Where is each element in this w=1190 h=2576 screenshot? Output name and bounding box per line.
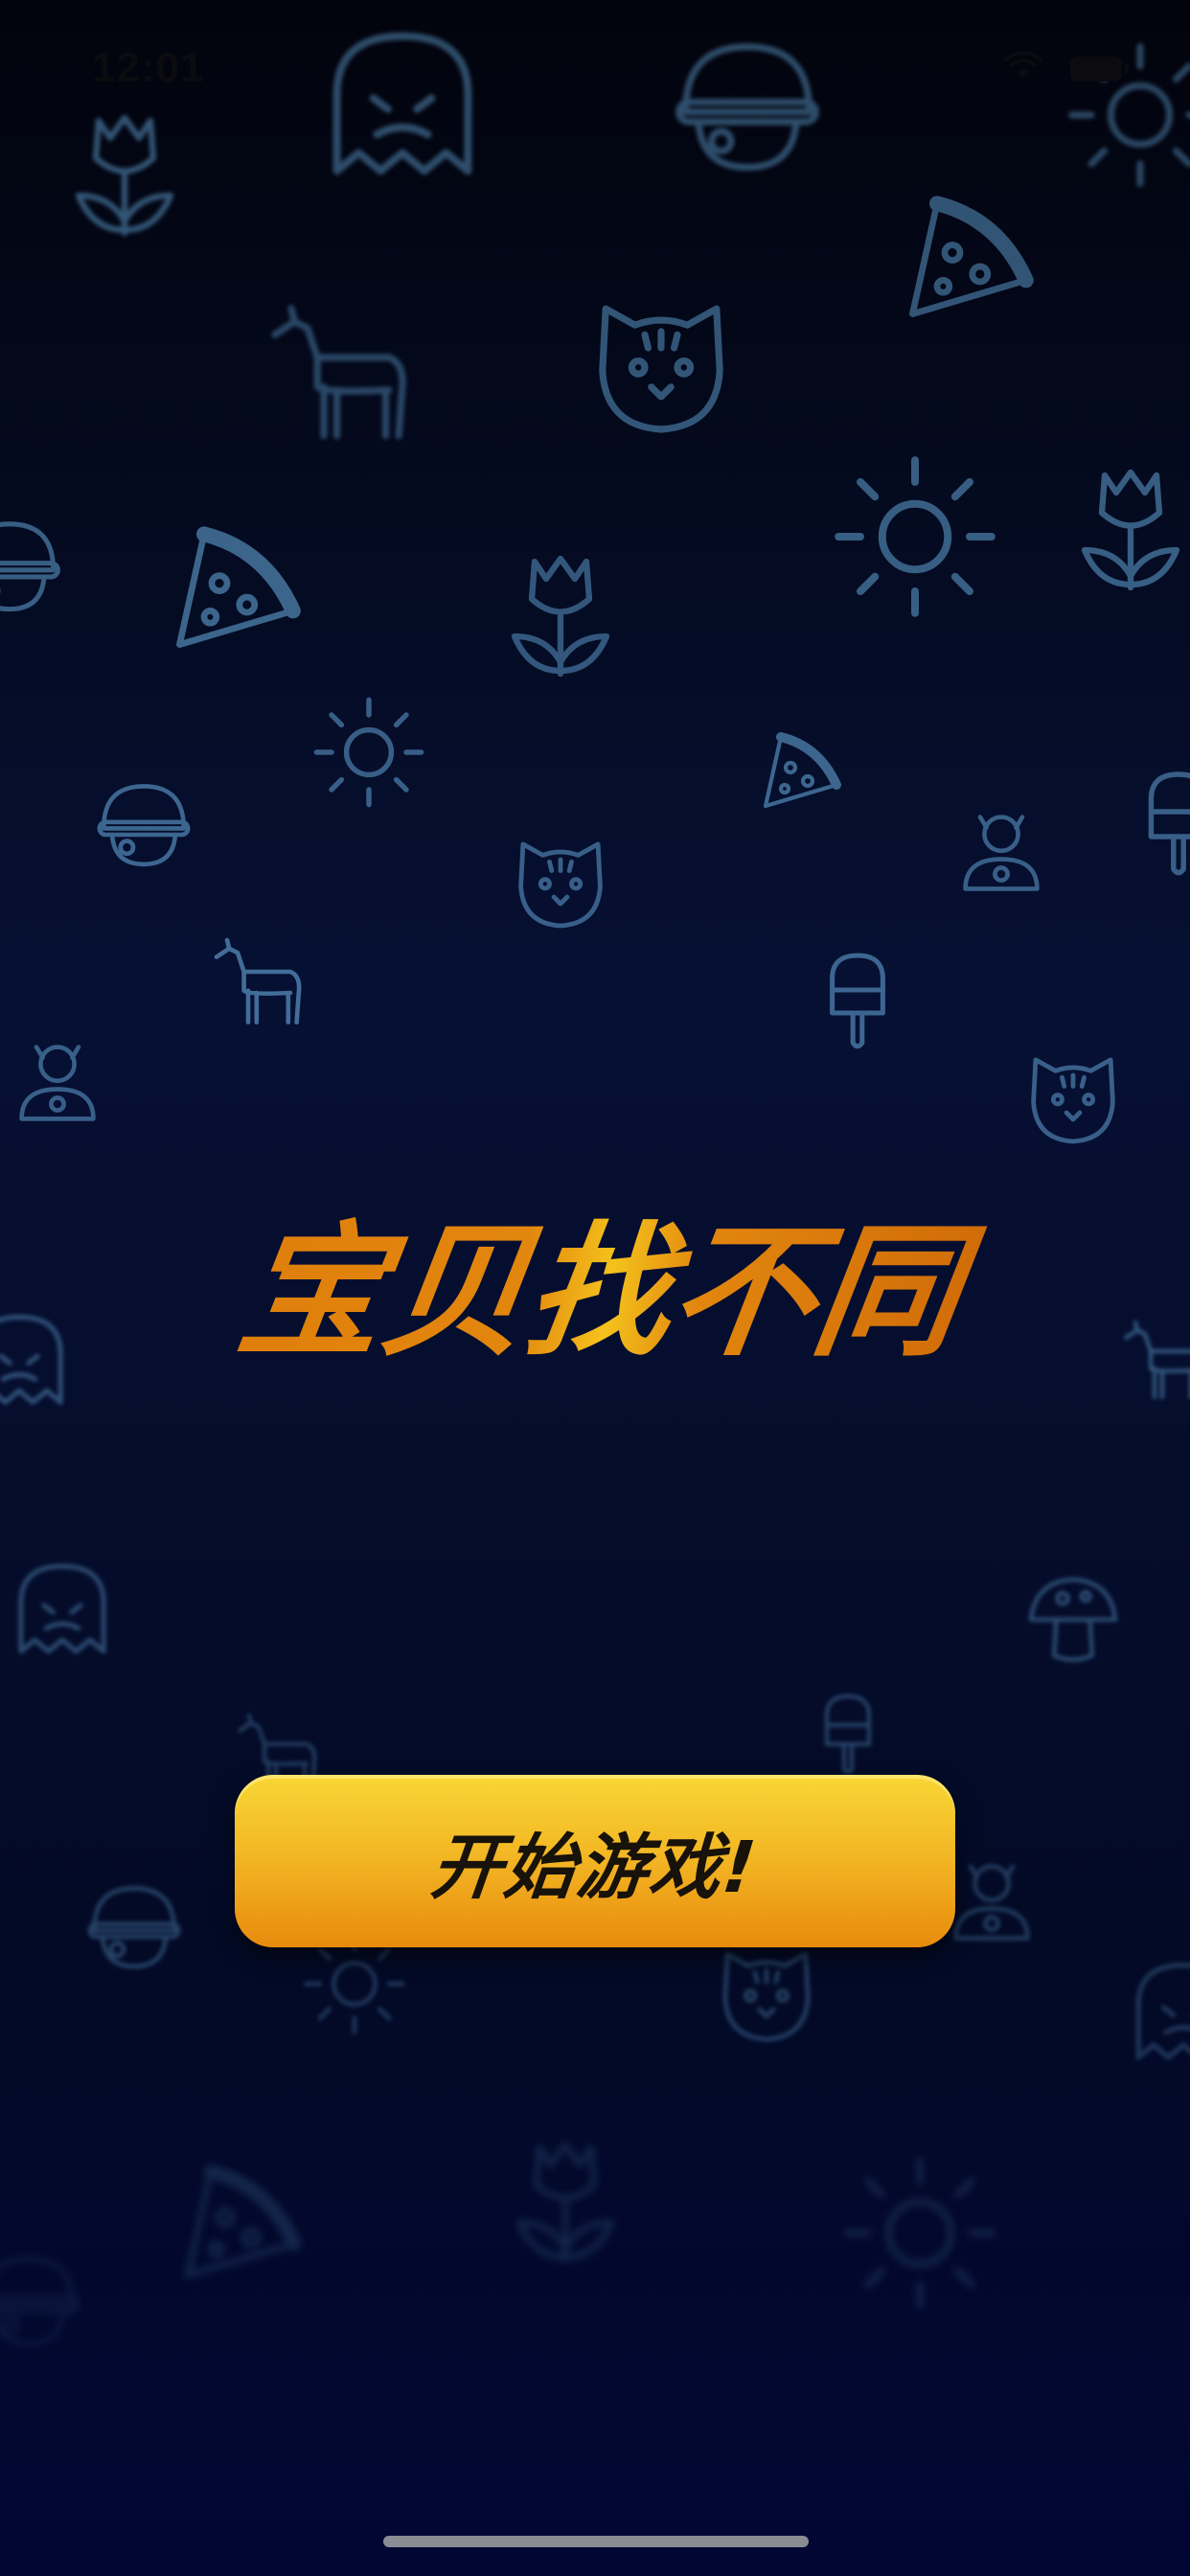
start-game-label: 开始游戏! (426, 1826, 762, 1909)
ghost-icon (0, 1317, 60, 1402)
wifi-icon (1004, 52, 1042, 79)
sun-icon (847, 2160, 992, 2305)
flower-icon (956, 1867, 1028, 1939)
status-time: 12:01 (92, 44, 205, 91)
flower-icon (966, 817, 1038, 889)
helmet-icon (0, 2259, 77, 2344)
tulip-icon (1085, 472, 1177, 587)
flower-icon (22, 1047, 94, 1119)
battery-icon (1070, 57, 1129, 81)
status-bar: 12:01 (0, 0, 1190, 134)
tulip-icon (79, 118, 171, 233)
sun-icon (316, 700, 421, 804)
horse-icon (275, 309, 402, 436)
sun-icon (838, 460, 992, 613)
horse-icon (1126, 1322, 1190, 1397)
cat-icon (725, 1954, 808, 2039)
cat-icon (1034, 1060, 1113, 1141)
pizza-icon (912, 203, 1025, 313)
title-text: 宝贝找不同 (229, 1208, 991, 1376)
tulip-icon (515, 559, 606, 674)
pizza-icon (188, 2172, 294, 2275)
helmet-icon (0, 524, 57, 610)
ice-cream-icon (827, 1696, 869, 1772)
home-indicator (383, 2536, 809, 2547)
game-title: 宝贝找不同 (172, 1198, 1016, 1380)
cat-icon (521, 844, 601, 926)
horse-icon (217, 940, 299, 1023)
mushroom-icon (1031, 1579, 1115, 1660)
helmet-icon (90, 1888, 178, 1966)
start-game-button[interactable]: 开始游戏! (235, 1775, 955, 1947)
pizza-icon (179, 534, 292, 644)
helmet-icon (100, 786, 188, 863)
ghost-icon (1138, 1966, 1190, 2058)
ice-cream-icon (1151, 774, 1190, 873)
ghost-icon (21, 1566, 103, 1651)
game-start-screen: 12:01 宝贝找不同 开始游戏! (0, 0, 1190, 2576)
tulip-icon (519, 2145, 611, 2260)
cat-icon (603, 309, 720, 429)
ice-cream-icon (833, 955, 883, 1046)
sun-icon (307, 1936, 403, 2033)
pizza-icon (766, 737, 836, 806)
